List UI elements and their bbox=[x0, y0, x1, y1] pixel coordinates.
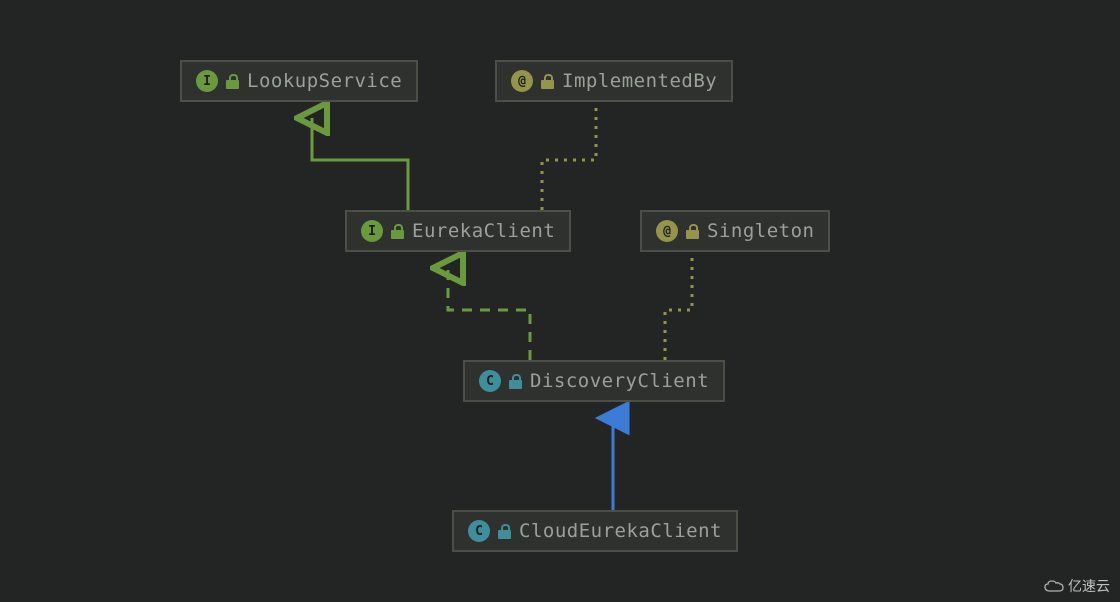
watermark-text: 亿速云 bbox=[1068, 576, 1110, 596]
edge-eureka-implementedby bbox=[542, 106, 596, 210]
annotation-badge-icon: @ bbox=[511, 70, 533, 92]
lock-icon bbox=[498, 524, 511, 539]
node-label: Singleton bbox=[707, 220, 814, 242]
class-badge-icon: C bbox=[479, 370, 501, 392]
lock-icon bbox=[226, 74, 239, 89]
annotation-badge-icon: @ bbox=[656, 220, 678, 242]
interface-badge-icon: I bbox=[196, 70, 218, 92]
lock-icon bbox=[541, 74, 554, 89]
class-badge-icon: C bbox=[468, 520, 490, 542]
lock-icon bbox=[686, 224, 699, 239]
node-eureka-client[interactable]: I EurekaClient bbox=[345, 210, 571, 252]
lock-icon bbox=[391, 224, 404, 239]
watermark: 亿速云 bbox=[1044, 576, 1110, 596]
node-implemented-by[interactable]: @ ImplementedBy bbox=[495, 60, 733, 102]
node-discovery-client[interactable]: C DiscoveryClient bbox=[463, 360, 725, 402]
node-label: EurekaClient bbox=[412, 220, 555, 242]
cloud-icon bbox=[1044, 579, 1064, 593]
node-cloud-eureka-client[interactable]: C CloudEurekaClient bbox=[452, 510, 738, 552]
node-lookup-service[interactable]: I LookupService bbox=[180, 60, 418, 102]
node-label: ImplementedBy bbox=[562, 70, 717, 92]
edge-eureka-lookup bbox=[312, 118, 408, 210]
lock-icon bbox=[509, 374, 522, 389]
interface-badge-icon: I bbox=[361, 220, 383, 242]
edge-discovery-eureka bbox=[448, 268, 530, 360]
edge-discovery-singleton bbox=[665, 256, 692, 360]
node-label: LookupService bbox=[247, 70, 402, 92]
node-singleton[interactable]: @ Singleton bbox=[640, 210, 830, 252]
node-label: CloudEurekaClient bbox=[519, 520, 722, 542]
node-label: DiscoveryClient bbox=[530, 370, 709, 392]
